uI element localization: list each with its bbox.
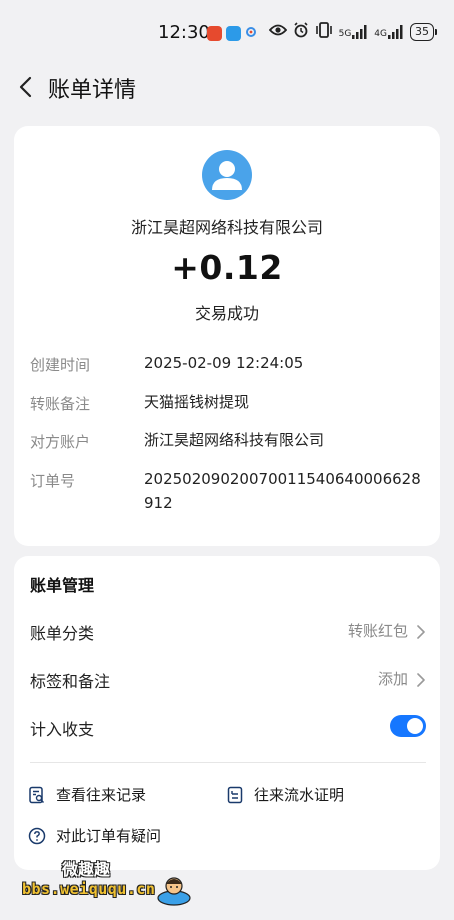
toggle-knob <box>407 718 423 734</box>
tags-notes-row[interactable]: 标签和备注 添加 <box>30 668 426 692</box>
status-time: 12:30 <box>158 22 210 43</box>
status-bar: 12:30 5G 4G 35 <box>0 0 454 66</box>
chevron-right-icon <box>417 625 425 639</box>
order-question-label: 对此订单有疑问 <box>56 827 162 845</box>
bill-management-card: 账单管理 账单分类 转账红包 标签和备注 添加 计入收支 查看往来记录 往来流水… <box>14 556 440 870</box>
nav-bar: 账单详情 <box>0 66 454 110</box>
bill-category-label: 账单分类 <box>30 624 95 643</box>
transaction-proof-link[interactable]: 往来流水证明 <box>226 784 344 805</box>
divider <box>30 762 426 763</box>
page-title: 账单详情 <box>48 78 137 103</box>
order-question-link[interactable]: 对此订单有疑问 <box>28 825 161 846</box>
bill-category-row[interactable]: 账单分类 转账红包 <box>30 620 426 644</box>
transaction-status: 交易成功 <box>194 304 259 323</box>
signal-4g-label: 4G <box>374 28 387 39</box>
include-in-budget-row: 计入收支 <box>30 715 426 740</box>
detail-label: 转账备注 <box>30 395 91 413</box>
watermark-top-text: 微趣趣 <box>62 860 111 879</box>
detail-value: 浙江昊超网络科技有限公司 <box>144 431 325 449</box>
notification-icons <box>207 24 257 43</box>
view-history-label: 查看往来记录 <box>56 786 147 804</box>
back-button[interactable] <box>14 74 36 100</box>
tags-notes-label: 标签和备注 <box>30 672 111 691</box>
detail-label: 对方账户 <box>30 433 91 451</box>
vibrate-icon <box>315 22 333 41</box>
section-title: 账单管理 <box>30 576 95 595</box>
order-number-value[interactable]: 20250209020070011540640006628912 <box>144 467 428 515</box>
chevron-right-icon <box>417 673 425 687</box>
watermark: 微趣趣 bbs.weiququ.cn <box>18 856 208 912</box>
document-proof-icon <box>227 786 243 803</box>
bill-summary-card: 浙江昊超网络科技有限公司 +0.12 交易成功 创建时间 2025-02-09 … <box>14 126 440 546</box>
user-avatar-icon <box>212 161 242 190</box>
signal-5g-icon: 5G <box>338 24 369 39</box>
tags-notes-value: 添加 <box>377 670 408 688</box>
detail-value: 2025-02-09 12:24:05 <box>144 354 304 372</box>
view-history-link[interactable]: 查看往来记录 <box>28 784 146 805</box>
eye-icon <box>268 23 287 40</box>
amount: +0.12 <box>171 248 283 287</box>
taobao-app-icon <box>207 26 222 41</box>
include-in-budget-toggle[interactable] <box>390 715 426 737</box>
detail-label: 订单号 <box>30 472 76 490</box>
avatar <box>202 150 252 200</box>
payee-name: 浙江昊超网络科技有限公司 <box>130 218 323 237</box>
alarm-icon <box>293 22 309 41</box>
transaction-proof-label: 往来流水证明 <box>254 786 345 804</box>
mascot-icon <box>157 877 191 906</box>
question-circle-icon <box>28 827 46 844</box>
chevron-left-icon <box>19 76 32 98</box>
system-icons: 5G 4G 35 <box>268 22 437 41</box>
signal-4g-icon: 4G <box>374 24 404 39</box>
battery-icon: 35 <box>410 22 437 41</box>
include-in-budget-label: 计入收支 <box>30 720 95 739</box>
message-app-icon <box>226 26 241 41</box>
detail-label: 创建时间 <box>30 356 91 374</box>
browser-app-icon <box>245 24 257 43</box>
record-search-icon <box>29 786 45 803</box>
signal-5g-label: 5G <box>338 28 352 39</box>
detail-value: 天猫摇钱树提现 <box>144 393 250 411</box>
bill-category-value: 转账红包 <box>347 622 408 640</box>
watermark-url: bbs.weiququ.cn <box>22 880 156 898</box>
